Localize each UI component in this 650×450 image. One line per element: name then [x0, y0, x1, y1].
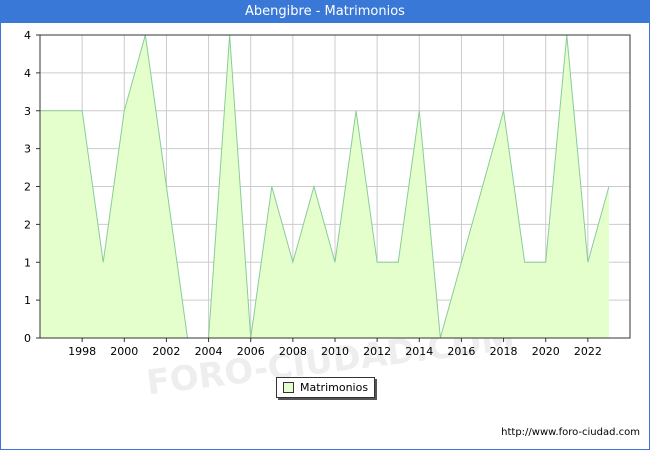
x-tick-label: 2002: [152, 345, 180, 358]
x-tick-labels: 1998 2000 2002 2004 2006 2008 2010 2012 2014 2016…: [68, 345, 602, 358]
x-tick-label: 2012: [363, 345, 391, 358]
x-tick-label: 2006: [237, 345, 265, 358]
x-tick-label: 2020: [532, 345, 560, 358]
x-tick-label: 2022: [574, 345, 602, 358]
x-tick-label: 2004: [195, 345, 223, 358]
y-tick-label: 2: [24, 218, 31, 231]
x-tick-label: 1998: [68, 345, 96, 358]
x-tick-label: 2010: [321, 345, 349, 358]
source-url[interactable]: http://www.foro-ciudad.com: [501, 427, 640, 438]
x-tick-label: 2016: [447, 345, 475, 358]
y-tick-label: 0: [24, 332, 31, 345]
x-tick-label: 2014: [405, 345, 433, 358]
x-tick-label: 2008: [279, 345, 307, 358]
y-tick-label: 4: [24, 29, 31, 42]
legend-swatch: [283, 382, 294, 393]
y-tick-label: 2: [24, 181, 31, 194]
legend-label: Matrimonios: [300, 381, 369, 394]
legend: Matrimonios: [276, 377, 375, 398]
y-tick-labels: 0 1 1 2 2 3 3 4 4: [24, 29, 31, 345]
y-tick-label: 3: [24, 143, 31, 156]
x-tick-label: 2018: [490, 345, 518, 358]
y-tick-label: 1: [24, 256, 31, 269]
y-tick-label: 3: [24, 105, 31, 118]
x-tick-label: 2000: [110, 345, 138, 358]
y-tick-label: 4: [24, 67, 31, 80]
y-tick-label: 1: [24, 294, 31, 307]
